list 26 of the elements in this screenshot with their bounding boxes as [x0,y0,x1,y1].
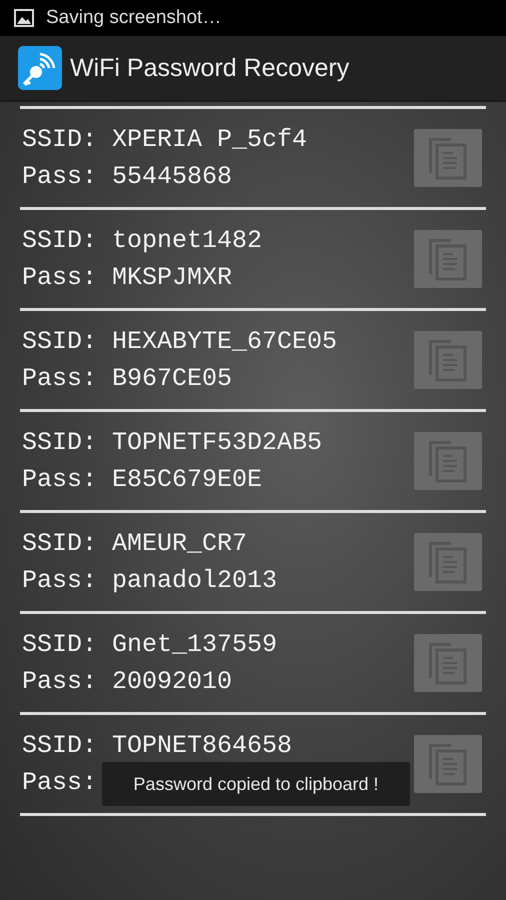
copy-button[interactable] [414,230,482,288]
picture-icon [14,9,34,27]
password-text: Pass: [22,768,98,797]
notification-text: Saving screenshot… [46,7,222,29]
password-text: Pass: 55445868 [22,162,232,191]
password-text: Pass: panadol2013 [22,566,278,595]
ssid-text: SSID: HEXABYTE_67CE05 [22,327,338,356]
ssid-text: SSID: XPERIA P_5cf4 [22,125,308,154]
ssid-text: SSID: TOPNET864658 [22,731,292,760]
copy-button[interactable] [414,432,482,490]
ssid-text: SSID: TOPNETF53D2AB5 [22,428,322,457]
toast-message: Password copied to clipboard ! [133,774,379,794]
copy-button[interactable] [414,634,482,692]
ssid-text: SSID: AMEUR_CR7 [22,529,248,558]
ssid-text: SSID: Gnet_137559 [22,630,278,659]
app-title: WiFi Password Recovery [70,54,350,82]
wifi-key-icon [18,46,62,90]
password-text: Pass: MKSPJMXR [22,263,232,292]
password-text: Pass: E85C679E0E [22,465,262,494]
copy-button[interactable] [414,735,482,793]
copy-button[interactable] [414,129,482,187]
password-text: Pass: 20092010 [22,667,232,696]
ssid-text: SSID: topnet1482 [22,226,262,255]
password-text: Pass: B967CE05 [22,364,232,393]
copy-button[interactable] [414,331,482,389]
copy-button[interactable] [414,533,482,591]
